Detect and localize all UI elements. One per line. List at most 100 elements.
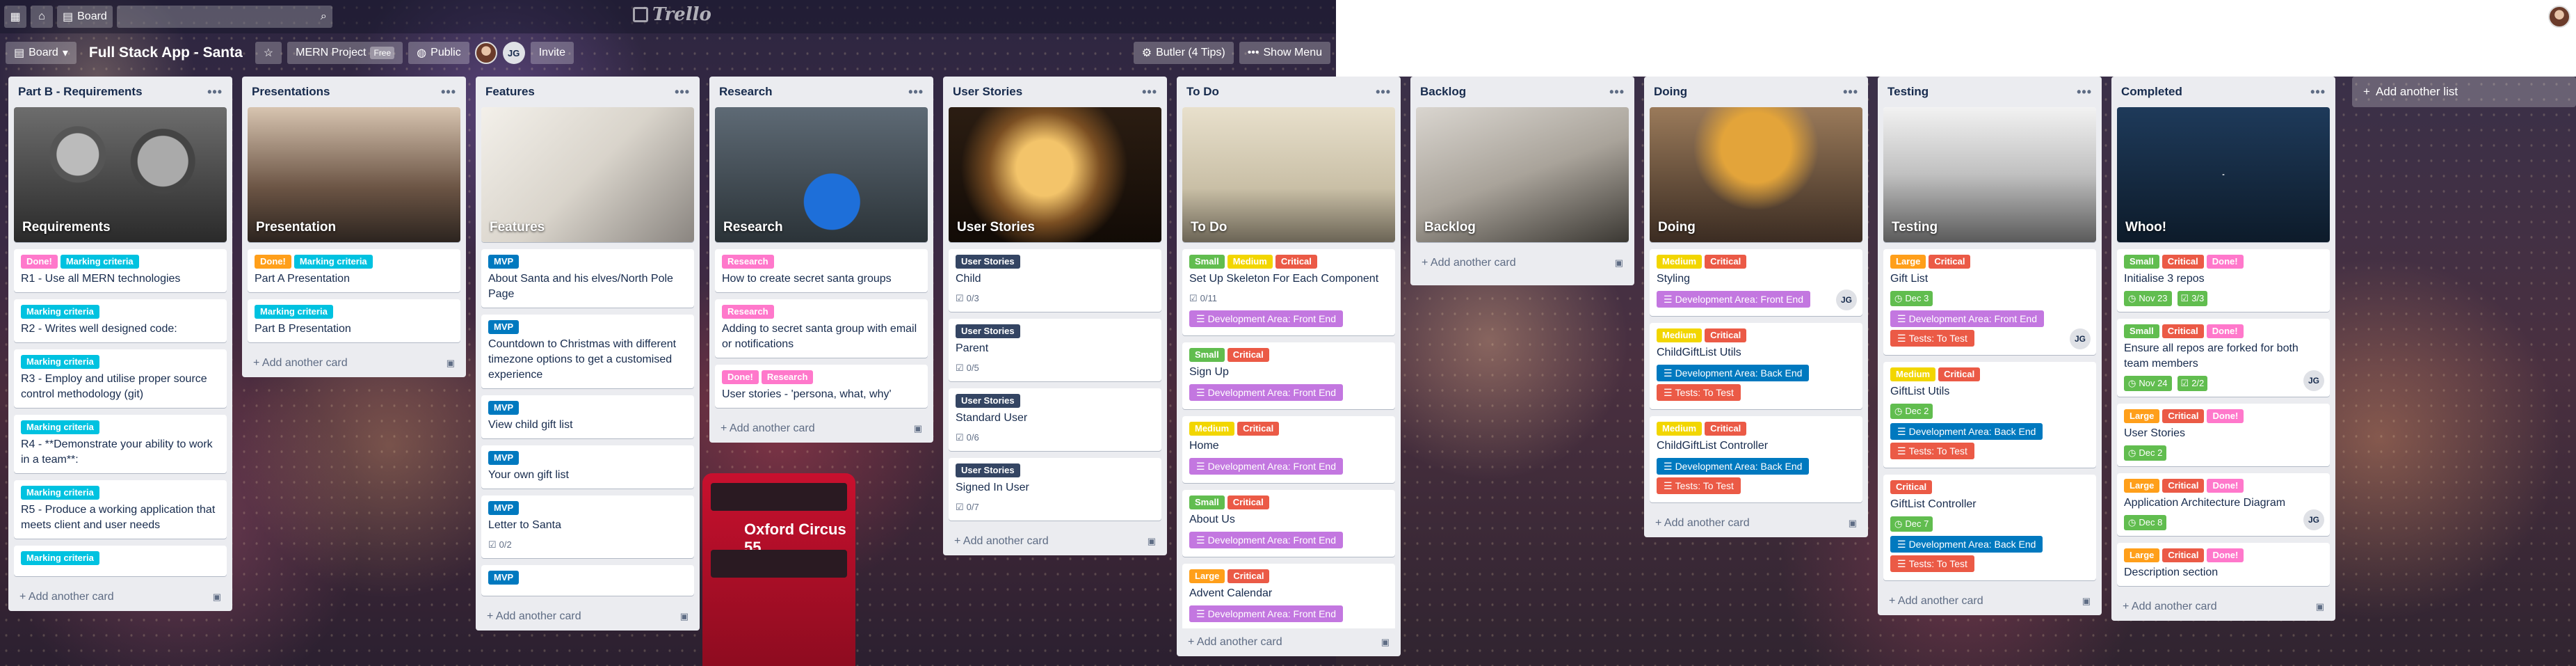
info-icon[interactable]: ⓘ bbox=[2492, 6, 2515, 28]
list-header[interactable]: User Stories ••• bbox=[943, 77, 1167, 107]
add-card-button[interactable]: + Add another card ▣ bbox=[1177, 628, 1401, 656]
card-label[interactable]: Critical bbox=[1227, 348, 1269, 362]
card-label[interactable]: Medium bbox=[1189, 422, 1235, 436]
card[interactable]: Small Medium Critical Set Up Skeleton For E… bbox=[1182, 249, 1395, 335]
visibility-button[interactable]: ◍ Public bbox=[408, 42, 469, 64]
butler-button[interactable]: ⚙ Butler (4 Tips) bbox=[1133, 42, 1234, 64]
template-icon[interactable]: ▣ bbox=[213, 592, 221, 603]
cover-card[interactable]: Research bbox=[715, 107, 928, 242]
card[interactable]: Large Critical Gift List ◷ Dec 3 ☰ Development… bbox=[1883, 249, 2096, 355]
card-label[interactable]: ☰ Development Area: Front End bbox=[1890, 310, 2044, 327]
card[interactable]: Marking criteria bbox=[14, 546, 227, 576]
member-avatar-photo[interactable] bbox=[474, 42, 497, 64]
card-label[interactable]: Marking criteria bbox=[255, 305, 333, 319]
card[interactable]: Marking criteria R2 - Writes well designe… bbox=[14, 299, 227, 342]
card[interactable]: Small Critical Done! Initialise 3 repos ◷ Nov… bbox=[2117, 249, 2330, 312]
card-label[interactable]: Marking criteria bbox=[21, 551, 99, 565]
cover-card[interactable]: Testing bbox=[1883, 107, 2096, 242]
notification-bell-icon[interactable]: 🔔︎ bbox=[2518, 6, 2544, 28]
card-label[interactable]: Large bbox=[2124, 479, 2160, 493]
card[interactable]: MVP Countdown to Christmas with different… bbox=[481, 315, 694, 388]
card-label[interactable]: User Stories bbox=[956, 463, 1020, 477]
list-header[interactable]: To Do ••• bbox=[1177, 77, 1401, 107]
list-title[interactable]: Features bbox=[485, 85, 535, 99]
card[interactable]: User Stories Parent ☑ 0/5 bbox=[949, 319, 1161, 381]
list-menu-icon[interactable]: ••• bbox=[1609, 85, 1625, 100]
template-icon[interactable]: ▣ bbox=[2316, 601, 2324, 612]
card[interactable]: Large Critical Done! Description section bbox=[2117, 543, 2330, 586]
list-header[interactable]: Research ••• bbox=[709, 77, 933, 107]
card-label[interactable]: ☰ Tests: To Test bbox=[1890, 555, 1974, 572]
card-label[interactable]: User Stories bbox=[956, 324, 1020, 338]
card-label[interactable]: ☰ Tests: To Test bbox=[1890, 443, 1974, 459]
list-menu-icon[interactable]: ••• bbox=[908, 85, 924, 100]
list-title[interactable]: Backlog bbox=[1420, 85, 1466, 99]
due-date-badge[interactable]: ◷ Dec 2 bbox=[1890, 404, 1933, 419]
card-label[interactable]: Critical bbox=[1929, 255, 1971, 269]
card-label[interactable]: Critical bbox=[1227, 495, 1269, 509]
card-label[interactable]: MVP bbox=[488, 571, 520, 585]
cover-card[interactable]: User Stories bbox=[949, 107, 1161, 242]
card[interactable]: MVP Letter to Santa ☑ 0/2 bbox=[481, 495, 694, 558]
card-label[interactable]: Critical bbox=[1227, 569, 1270, 583]
card-label[interactable]: Critical bbox=[1890, 480, 1933, 494]
card[interactable]: Large Critical Done! Application Architectu… bbox=[2117, 473, 2330, 536]
card-member-avatar[interactable]: JG bbox=[2303, 509, 2324, 530]
list-backlog[interactable]: Backlog ••• Backlog + Add another card ▣ bbox=[1410, 77, 1634, 285]
show-menu-button[interactable]: ••• Show Menu bbox=[1239, 42, 1330, 64]
card-label[interactable]: User Stories bbox=[956, 394, 1020, 408]
card-label[interactable]: ☰ Tests: To Test bbox=[1657, 384, 1741, 401]
card[interactable]: Large Critical Advent Calendar ☰ Development… bbox=[1182, 564, 1395, 628]
card-label[interactable]: MVP bbox=[488, 320, 520, 334]
card[interactable]: Medium Critical ChildGiftList Utils ☰ Develo… bbox=[1650, 323, 1862, 409]
invite-button[interactable]: Invite bbox=[530, 42, 574, 64]
cover-card[interactable]: Backlog bbox=[1416, 107, 1629, 242]
card-label[interactable]: Done! bbox=[2207, 479, 2244, 493]
card-label[interactable]: Large bbox=[2124, 409, 2160, 423]
card[interactable]: User Stories Signed In User ☑ 0/7 bbox=[949, 458, 1161, 521]
card-label[interactable]: Done! bbox=[722, 370, 759, 384]
list-research[interactable]: Research ••• Research Research How to create… bbox=[709, 77, 933, 443]
list-title[interactable]: To Do bbox=[1186, 85, 1219, 99]
card-label[interactable]: Small bbox=[1189, 255, 1225, 269]
card-label[interactable]: Small bbox=[1189, 495, 1225, 509]
due-date-badge[interactable]: ◷ Nov 23 bbox=[2124, 291, 2172, 306]
card-label[interactable]: Done! bbox=[2206, 324, 2244, 338]
card-label[interactable]: Medium bbox=[1890, 367, 1936, 381]
card-label[interactable]: Critical bbox=[1705, 422, 1747, 436]
add-card-button[interactable]: + Add another card ▣ bbox=[8, 583, 232, 611]
add-card-button[interactable]: + Add another card ▣ bbox=[242, 349, 466, 377]
card[interactable]: MVP About Santa and his elves/North Pole … bbox=[481, 249, 694, 308]
card-label[interactable]: Critical bbox=[2162, 409, 2205, 423]
card-label[interactable]: Large bbox=[1189, 569, 1225, 583]
card-label[interactable]: Marking criteria bbox=[21, 420, 99, 434]
card[interactable]: Medium Critical ChildGiftList Controller ☰ D… bbox=[1650, 416, 1862, 502]
template-icon[interactable]: ▣ bbox=[446, 358, 455, 369]
card-label[interactable]: ☰ Development Area: Front End bbox=[1189, 458, 1343, 475]
card[interactable]: Done! Marking criteria Part A Presentation bbox=[248, 249, 460, 292]
card[interactable]: Large Critical Done! User Stories ◷ Dec 2 bbox=[2117, 404, 2330, 466]
list-header[interactable]: Doing ••• bbox=[1644, 77, 1868, 107]
card-label[interactable]: Marking criteria bbox=[21, 486, 99, 500]
list-menu-icon[interactable]: ••• bbox=[675, 85, 690, 100]
board-title[interactable]: Full Stack App - Santa bbox=[82, 45, 250, 61]
list-title[interactable]: Testing bbox=[1887, 85, 1929, 99]
due-date-badge[interactable]: ◷ Dec 2 bbox=[2124, 445, 2167, 461]
card[interactable]: MVP bbox=[481, 565, 694, 596]
card-label[interactable]: Small bbox=[2124, 255, 2159, 269]
card-label[interactable]: ☰ Tests: To Test bbox=[1890, 330, 1974, 347]
card[interactable]: Medium Critical Home ☰ Development Area: Fro… bbox=[1182, 416, 1395, 483]
cover-card[interactable]: Doing bbox=[1650, 107, 1862, 242]
template-icon[interactable]: ▣ bbox=[1148, 536, 1156, 547]
list-header[interactable]: Testing ••• bbox=[1878, 77, 2102, 107]
card-label[interactable]: ☰ Development Area: Front End bbox=[1189, 605, 1343, 622]
add-card-button[interactable]: + Add another card ▣ bbox=[2111, 593, 2335, 621]
card-label[interactable]: Critical bbox=[1705, 328, 1747, 342]
apps-grid-icon[interactable]: ▦ bbox=[4, 6, 26, 28]
list-title[interactable]: Presentations bbox=[252, 85, 330, 99]
list-title[interactable]: Completed bbox=[2121, 85, 2182, 99]
add-card-button[interactable]: + Add another card ▣ bbox=[1644, 509, 1868, 537]
card-label[interactable]: Done! bbox=[2207, 409, 2244, 423]
card[interactable]: Marking criteria R4 - **Demonstrate your … bbox=[14, 415, 227, 473]
list-title[interactable]: Doing bbox=[1654, 85, 1687, 99]
